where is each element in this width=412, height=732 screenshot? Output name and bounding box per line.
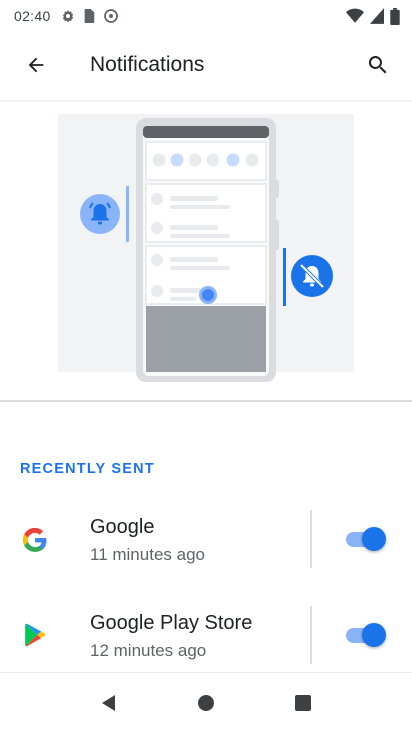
- phone-illustration: [80, 118, 333, 382]
- sim-card-icon: [84, 9, 94, 23]
- app-last-sent: 11 minutes ago: [90, 545, 205, 564]
- navigation-bar: [0, 672, 412, 732]
- back-triangle-icon: [101, 694, 115, 711]
- google-play-store-notifications-toggle[interactable]: [340, 620, 390, 650]
- nav-home-button[interactable]: [176, 673, 236, 732]
- notifications-illustration: [0, 102, 412, 400]
- page-title: Notifications: [90, 53, 205, 76]
- recents-square-icon: [295, 694, 312, 711]
- row-divider: [310, 606, 312, 664]
- app-name: Google Play Store: [90, 612, 253, 634]
- app-row-google[interactable]: Google 11 minutes ago: [0, 492, 412, 588]
- status-system-icons: [346, 7, 400, 25]
- toggle-thumb: [362, 623, 386, 647]
- home-circle-icon: [197, 694, 214, 711]
- nav-back-button[interactable]: [79, 673, 139, 732]
- battery-icon: [390, 7, 400, 25]
- cell-signal-icon: [370, 8, 384, 24]
- nav-recents-button[interactable]: [273, 673, 333, 732]
- app-last-sent: 12 minutes ago: [90, 641, 207, 660]
- toggle-thumb: [362, 527, 386, 551]
- google-notifications-toggle[interactable]: [340, 524, 390, 554]
- arrow-back-icon: [28, 57, 44, 73]
- circle-notification-icon: [103, 9, 118, 23]
- wifi-icon: [346, 8, 364, 23]
- status-bar: 02:40: [0, 0, 412, 32]
- play-store-icon: [25, 623, 46, 647]
- illustration-divider: [0, 400, 412, 402]
- search-icon: [368, 56, 387, 74]
- google-g-icon: [22, 527, 47, 552]
- android-screen: 02:40 Notifications RECENTLY SENT Google…: [0, 0, 412, 732]
- app-bar: Notifications: [0, 32, 412, 98]
- status-notification-icons: [61, 8, 119, 24]
- section-header-recently-sent: RECENTLY SENT: [20, 461, 155, 477]
- search-button[interactable]: [350, 37, 406, 93]
- row-divider: [310, 510, 312, 568]
- status-time: 02:40: [14, 8, 51, 24]
- app-row-google-play-store[interactable]: Google Play Store 12 minutes ago: [0, 588, 412, 684]
- settings-gear-icon: [62, 10, 73, 23]
- app-name: Google: [90, 516, 155, 538]
- back-button[interactable]: [8, 37, 64, 93]
